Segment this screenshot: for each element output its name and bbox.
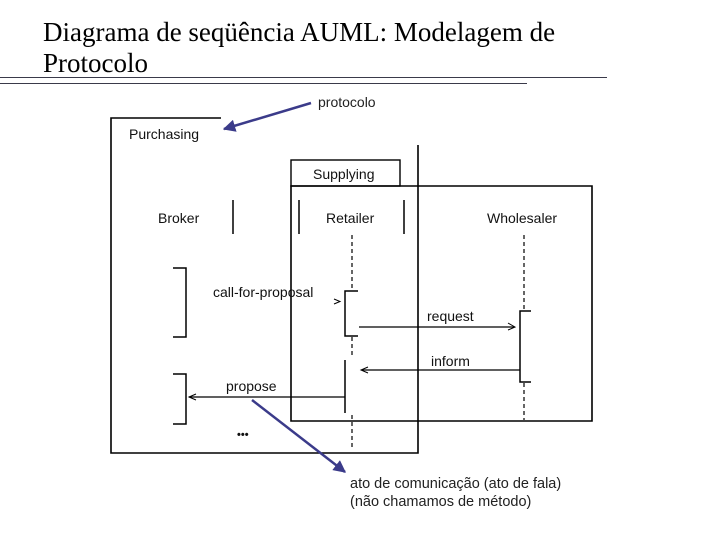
broker-activation-2 [173,373,187,425]
wholesaler-lifeline [519,235,531,420]
message-call-for-proposal: call-for-proposal [213,284,342,305]
role-label-retailer: Retailer [326,210,375,226]
sequence-diagram: Purchasing Supplying Broker Retailer Who… [110,94,593,473]
broker-activation-1 [173,267,187,338]
message-label-call-for-proposal: call-for-proposal [213,284,313,300]
speech-act-annotation-arrow [251,399,346,473]
role-retailer: Retailer [298,200,405,234]
speech-act-note-line1: ato de comunicação (ato de fala) [350,476,562,492]
purchasing-frame-label: Purchasing [129,126,199,142]
message-request: request [359,308,517,331]
supplying-frame-label: Supplying [313,166,375,182]
protocol-annotation-arrow [222,101,312,132]
role-broker: Broker [158,200,234,234]
speech-act-note-line2: (não chamamos de método) [350,494,532,510]
message-label-inform: inform [431,353,470,369]
role-wholesaler: Wholesaler [487,210,557,226]
message-label-request: request [427,308,474,324]
message-inform: inform [359,353,520,374]
arrowhead-icon [333,298,342,305]
message-label-propose: propose [226,378,277,394]
role-label-broker: Broker [158,210,200,226]
message-propose: propose [187,378,345,401]
retailer-activation-1 [344,290,358,337]
speech-act-note: ato de comunicação (ato de fala) (não ch… [350,475,561,511]
role-label-wholesaler: Wholesaler [487,210,557,226]
continuation-ellipsis: ••• [237,429,249,441]
protocol-note: protocolo [318,94,376,110]
supplying-frame: Supplying [290,159,593,422]
wholesaler-activation [519,310,531,383]
retailer-lifeline [344,235,358,450]
